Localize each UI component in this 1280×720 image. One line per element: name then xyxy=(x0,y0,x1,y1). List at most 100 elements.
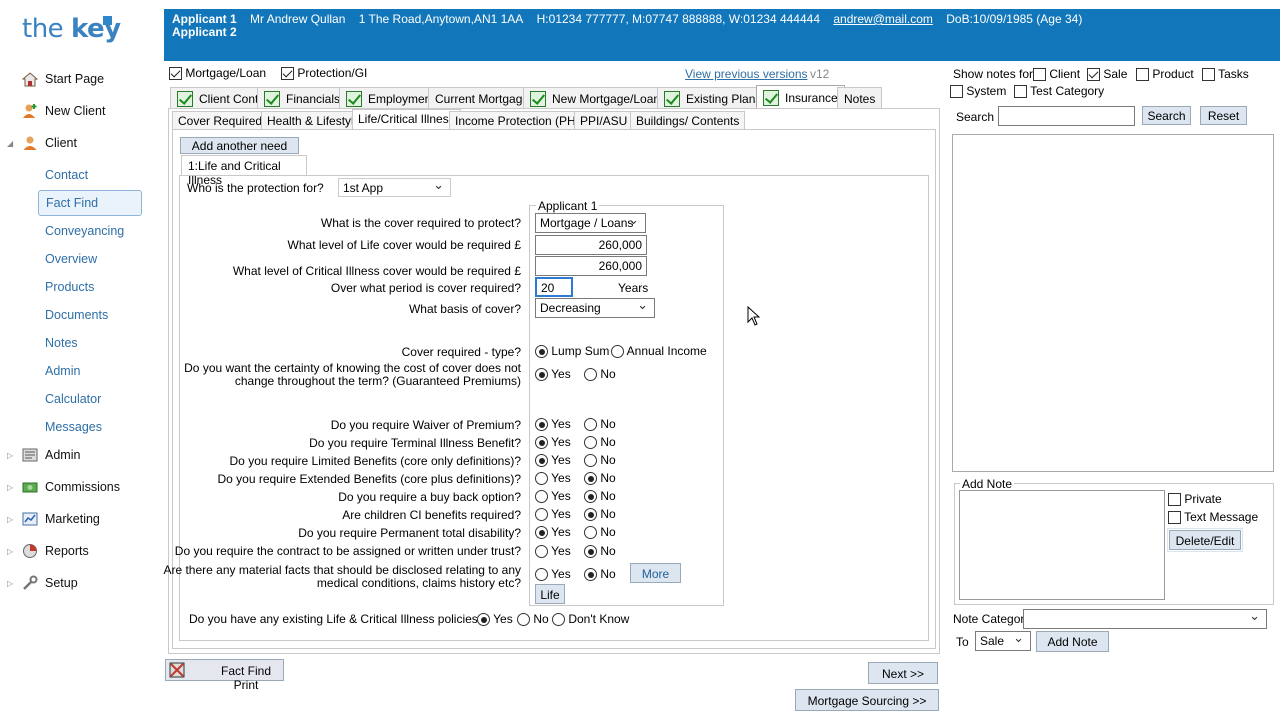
nav-new-client[interactable]: New Client xyxy=(0,97,160,125)
nav-admin[interactable]: ▷ Admin xyxy=(0,441,160,469)
notes-tasks-check[interactable]: Tasks xyxy=(1202,67,1249,82)
lump-sum-radio[interactable]: Lump Sum xyxy=(535,344,609,359)
subtab-cover-required[interactable]: Cover Required xyxy=(172,111,269,130)
life-level-input[interactable]: 260,000 xyxy=(535,235,647,255)
notes-list[interactable] xyxy=(952,134,1274,472)
waiver-no-radio[interactable]: No xyxy=(584,417,616,432)
guaranteed-yes-radio[interactable]: Yes xyxy=(535,367,571,382)
notes-search-input[interactable] xyxy=(998,106,1135,126)
text-message-check[interactable]: Text Message xyxy=(1168,510,1258,525)
terminal-yes-radio[interactable]: Yes xyxy=(535,435,571,450)
buyback-yes-radio[interactable]: Yes xyxy=(535,489,571,504)
nav-setup[interactable]: ▷ Setup xyxy=(0,569,160,597)
next-button[interactable]: Next >> xyxy=(868,662,938,684)
trust-yes-radio[interactable]: Yes xyxy=(535,544,571,559)
protect-label: What is the cover required to protect? xyxy=(320,216,521,230)
group-title: Applicant 1 xyxy=(536,199,600,213)
view-previous-versions-link[interactable]: View previous versions xyxy=(685,67,808,81)
nav-sub-notes[interactable]: Notes xyxy=(45,336,78,350)
terminal-no-radio[interactable]: No xyxy=(584,435,616,450)
tab-employment[interactable]: Employment xyxy=(339,87,442,109)
nav-sub-documents[interactable]: Documents xyxy=(45,308,108,322)
children-yes-radio[interactable]: Yes xyxy=(535,507,571,522)
subtab-income-protection[interactable]: Income Protection (PHI) xyxy=(449,111,590,130)
existing-no-radio[interactable]: No xyxy=(517,612,549,627)
notes-client-check[interactable]: Client xyxy=(1033,67,1080,82)
limited-no-radio[interactable]: No xyxy=(584,453,616,468)
subtab-life-critical-illness[interactable]: Life/Critical Illness xyxy=(352,109,461,130)
nav-sub-admin[interactable]: Admin xyxy=(45,364,80,378)
existing-dont-know-radio[interactable]: Don't Know xyxy=(552,612,629,627)
nav-commissions[interactable]: ▷ Commissions xyxy=(0,473,160,501)
expand-icon[interactable]: ▷ xyxy=(7,515,13,524)
notes-test-category-check[interactable]: Test Category xyxy=(1014,84,1104,99)
more-button[interactable]: More xyxy=(630,563,681,583)
limited-yes-radio[interactable]: Yes xyxy=(535,453,571,468)
nav-sub-fact-find[interactable]: Fact Find xyxy=(38,190,142,216)
protection-gi-check[interactable]: Protection/GI xyxy=(281,66,367,81)
buyback-no-radio[interactable]: No xyxy=(584,489,616,504)
complete-check-icon xyxy=(346,90,362,107)
nav-client[interactable]: ◢ Client xyxy=(0,129,160,157)
need-tab-1[interactable]: 1:Life and Critical Illness xyxy=(181,155,307,187)
nav-sub-calculator[interactable]: Calculator xyxy=(45,392,101,406)
nav-sub-overview[interactable]: Overview xyxy=(45,252,97,266)
material-yes-radio[interactable]: Yes xyxy=(535,567,571,582)
nav-sub-conveyancing[interactable]: Conveyancing xyxy=(45,224,124,238)
existing-yes-radio[interactable]: Yes xyxy=(477,612,513,627)
guaranteed-no-radio[interactable]: No xyxy=(584,367,616,382)
annual-income-radio[interactable]: Annual Income xyxy=(611,344,707,359)
tab-insurance[interactable]: Insurance xyxy=(756,85,845,109)
expand-icon[interactable]: ▷ xyxy=(7,579,13,588)
add-note-button[interactable]: Add Note xyxy=(1036,631,1109,652)
expand-icon[interactable]: ▷ xyxy=(7,483,13,492)
nav-marketing[interactable]: ▷ Marketing xyxy=(0,505,160,533)
expand-icon[interactable]: ▷ xyxy=(7,547,13,556)
nav-reports[interactable]: ▷ Reports xyxy=(0,537,160,565)
subtab-health-lifestyle[interactable]: Health & Lifestyle xyxy=(261,111,367,130)
notes-reset-button[interactable]: Reset xyxy=(1200,106,1247,125)
children-no-radio[interactable]: No xyxy=(584,507,616,522)
mortgage-sourcing-button[interactable]: Mortgage Sourcing >> xyxy=(795,689,939,711)
extended-yes-radio[interactable]: Yes xyxy=(535,471,571,486)
mortgage-loan-check[interactable]: Mortgage/Loan xyxy=(169,66,266,81)
ptd-no-radio[interactable]: No xyxy=(584,525,616,540)
add-another-need-button[interactable]: Add another need xyxy=(180,137,299,154)
notes-system-check[interactable]: System xyxy=(950,84,1006,99)
nav-sub-products[interactable]: Products xyxy=(45,280,94,294)
tab-existing-plans[interactable]: Existing Plans xyxy=(657,87,769,109)
nav-start-page[interactable]: Start Page xyxy=(0,65,160,93)
email-link[interactable]: andrew@mail.com xyxy=(833,12,933,26)
notes-sale-check[interactable]: Sale xyxy=(1087,67,1127,82)
protect-select[interactable]: Mortgage / Loans xyxy=(535,212,646,233)
ptd-yes-radio[interactable]: Yes xyxy=(535,525,571,540)
period-input[interactable]: 20 xyxy=(535,277,573,297)
tab-new-mortgage-loan[interactable]: New Mortgage/Loan xyxy=(523,87,668,109)
note-textarea[interactable] xyxy=(959,490,1165,600)
subtab-ppi-asu[interactable]: PPI/ASU xyxy=(574,111,634,130)
tab-current-mortgage[interactable]: Current Mortgage xyxy=(428,87,537,109)
delete-edit-button[interactable]: Delete/Edit xyxy=(1167,528,1243,552)
life-button[interactable]: Life xyxy=(535,584,565,604)
waiver-yes-radio[interactable]: Yes xyxy=(535,417,571,432)
nav-sub-messages[interactable]: Messages xyxy=(45,420,102,434)
fact-find-print-button[interactable]: Fact Find Print xyxy=(165,659,284,692)
trust-no-radio[interactable]: No xyxy=(584,544,616,559)
collapse-icon[interactable]: ◢ xyxy=(7,139,13,148)
subtab-buildings-contents[interactable]: Buildings/ Contents xyxy=(630,111,746,130)
expand-icon[interactable]: ▷ xyxy=(7,451,13,460)
ci-level-input[interactable]: 260,000 xyxy=(535,256,647,276)
material-no-radio[interactable]: No xyxy=(584,567,616,582)
tab-financials[interactable]: Financials xyxy=(257,87,348,109)
notes-search-button[interactable]: Search xyxy=(1142,106,1191,125)
nav-sub-contact[interactable]: Contact xyxy=(45,168,88,182)
to-select[interactable]: Sale xyxy=(975,630,1031,651)
private-check[interactable]: Private xyxy=(1168,492,1222,507)
tab-notes[interactable]: Notes xyxy=(837,87,883,109)
tab-client-cont[interactable]: Client Cont. xyxy=(170,87,269,109)
who-select[interactable]: 1st App xyxy=(338,177,451,197)
notes-product-check[interactable]: Product xyxy=(1136,67,1194,82)
basis-select[interactable]: Decreasing xyxy=(535,297,655,318)
extended-no-radio[interactable]: No xyxy=(584,471,616,486)
note-category-select[interactable] xyxy=(1023,608,1267,629)
